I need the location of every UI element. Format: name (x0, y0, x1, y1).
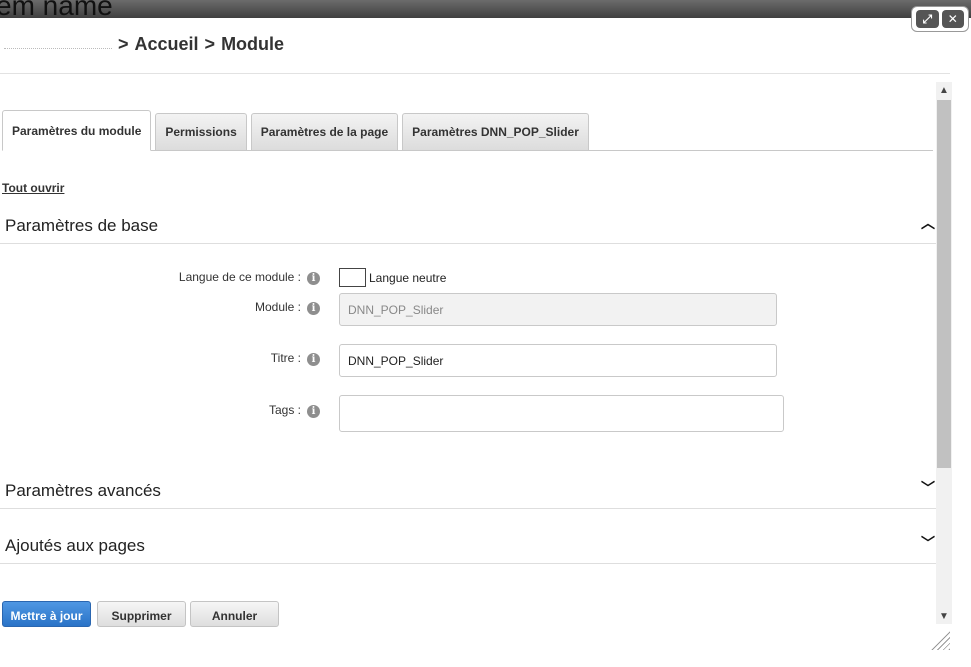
scrollbar-thumb[interactable] (937, 100, 951, 468)
scroll-up-icon[interactable]: ▲ (936, 84, 952, 98)
info-icon[interactable]: i (307, 272, 320, 285)
tab-module-settings[interactable]: Paramètres du module (2, 110, 152, 151)
breadcrumb-hidden-root (4, 41, 112, 49)
breadcrumb: > Accueil > Module (4, 34, 284, 55)
section-added-to-pages[interactable]: Ajoutés aux pages ﹀ (0, 528, 936, 564)
maximize-button[interactable]: ⤢ (916, 10, 939, 28)
background-page-text: em name (0, 0, 113, 18)
tab-bar: Paramètres du module Permissions Paramèt… (2, 110, 933, 151)
window-controls: ⤢ ✕ (911, 6, 969, 32)
chevron-down-icon: ﹀ (921, 480, 935, 496)
tags-label: Tags : (268, 403, 301, 417)
info-icon[interactable]: i (307, 405, 320, 418)
breadcrumb-item-module: Module (221, 34, 285, 54)
tab-slider-settings[interactable]: Paramètres DNN_POP_Slider (402, 113, 589, 150)
expand-arrows-icon: ⤢ (922, 12, 933, 26)
cancel-button[interactable]: Annuler (190, 601, 279, 627)
title-label: Titre : (270, 351, 301, 365)
update-button[interactable]: Mettre à jour (2, 601, 91, 627)
section-title: Ajoutés aux pages (5, 536, 145, 555)
title-input[interactable]: DNN_POP_Slider (339, 344, 777, 377)
chevron-down-icon: ﹀ (921, 535, 935, 551)
section-title: Paramètres avancés (5, 481, 161, 500)
tags-input[interactable] (339, 395, 784, 432)
close-button[interactable]: ✕ (941, 10, 964, 28)
chevron-up-icon: ︿ (921, 215, 935, 231)
breadcrumb-separator: > (204, 34, 216, 54)
language-label: Langue de ce module : (178, 270, 301, 284)
delete-button[interactable]: Supprimer (97, 601, 186, 627)
module-label: Module : (254, 300, 301, 314)
vertical-scrollbar[interactable]: ▲ ▼ (936, 82, 952, 624)
info-icon[interactable]: i (307, 302, 320, 315)
background-page: em name (0, 0, 971, 18)
close-icon: ✕ (947, 12, 958, 26)
tab-page-settings[interactable]: Paramètres de la page (250, 113, 399, 150)
breadcrumb-separator: > (118, 34, 129, 54)
info-icon[interactable]: i (307, 353, 320, 366)
header-divider (0, 73, 950, 74)
tab-permissions[interactable]: Permissions (155, 113, 247, 150)
breadcrumb-item-home[interactable]: Accueil (135, 34, 199, 55)
resize-grip-icon[interactable] (930, 630, 950, 650)
section-title: Paramètres de base (5, 216, 159, 235)
module-name-field: DNN_POP_Slider (339, 293, 777, 326)
section-advanced-settings[interactable]: Paramètres avancés ﹀ (0, 473, 936, 509)
expand-all-link[interactable]: Tout ouvrir (2, 181, 64, 195)
section-basic-settings[interactable]: Paramètres de base ︿ (0, 208, 936, 244)
scroll-down-icon[interactable]: ▼ (936, 610, 952, 624)
neutral-language-label: Langue neutre (369, 271, 447, 285)
neutral-language-checkbox[interactable] (339, 268, 366, 287)
module-settings-dialog: > Accueil > Module Paramètres du module … (0, 18, 971, 667)
